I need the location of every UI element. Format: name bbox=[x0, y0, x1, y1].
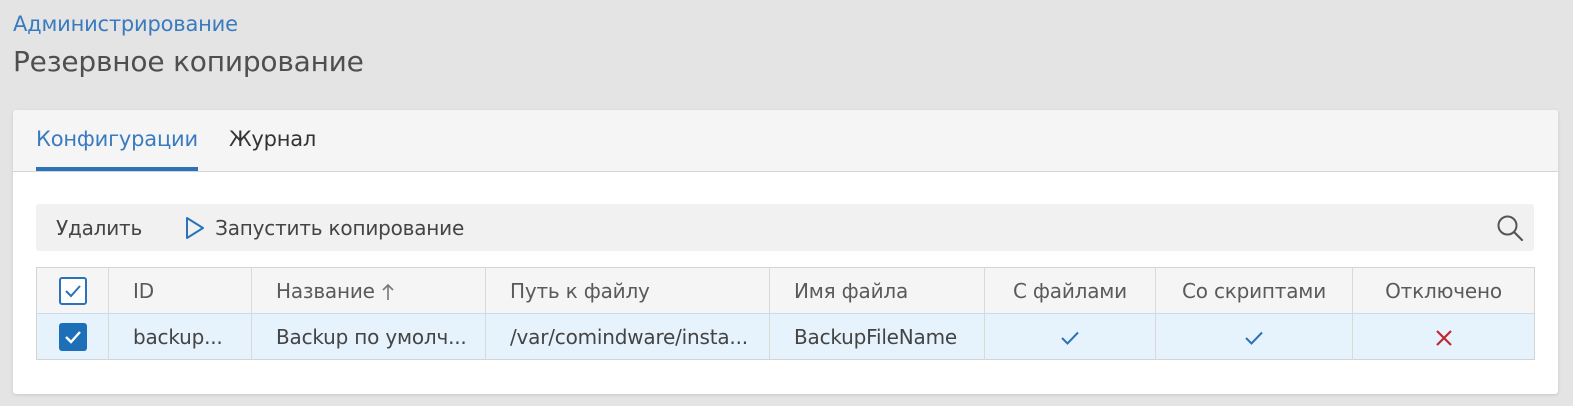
column-header-id[interactable]: ID bbox=[108, 267, 252, 314]
column-header-disabled[interactable]: Отключено bbox=[1352, 267, 1535, 314]
select-all-checkbox[interactable] bbox=[58, 276, 87, 305]
row-checkbox[interactable] bbox=[58, 322, 87, 351]
search-icon[interactable] bbox=[1496, 214, 1524, 242]
cell-disabled bbox=[1352, 313, 1535, 360]
table-row[interactable]: backup... Backup по умолч... /var/comind… bbox=[36, 313, 1535, 360]
check-icon bbox=[1245, 331, 1263, 345]
run-backup-button[interactable]: Запустить копирование bbox=[184, 216, 464, 240]
cell-path: /var/comindware/insta... bbox=[485, 313, 770, 360]
delete-button-label: Удалить bbox=[56, 215, 143, 240]
checkmark-icon bbox=[64, 330, 81, 344]
cell-file-name: BackupFileName bbox=[769, 313, 985, 360]
column-header-path[interactable]: Путь к файлу bbox=[485, 267, 770, 314]
breadcrumb-administration[interactable]: Администрирование bbox=[13, 10, 364, 38]
cell-name: Backup по умолч... bbox=[251, 313, 486, 360]
tab-configurations[interactable]: Конфигурации bbox=[36, 110, 198, 171]
page-title: Резервное копирование bbox=[13, 45, 364, 78]
backup-panel: Конфигурации Журнал Удалить Запустить ко… bbox=[13, 110, 1558, 394]
column-header-with-files[interactable]: С файлами bbox=[984, 267, 1156, 314]
cell-with-files bbox=[984, 313, 1156, 360]
sort-ascending-icon bbox=[382, 283, 394, 300]
column-header-name[interactable]: Название bbox=[251, 267, 486, 314]
column-header-with-scripts[interactable]: Со скриптами bbox=[1155, 267, 1353, 314]
column-header-file-name[interactable]: Имя файла bbox=[769, 267, 985, 314]
cell-with-scripts bbox=[1155, 313, 1353, 360]
row-select-cell bbox=[37, 314, 109, 360]
cell-id: backup... bbox=[108, 313, 252, 360]
toolbar: Удалить Запустить копирование bbox=[36, 204, 1534, 251]
check-icon bbox=[1061, 331, 1079, 345]
select-all-cell bbox=[37, 268, 109, 314]
cross-icon bbox=[1435, 330, 1452, 346]
run-backup-label: Запустить копирование bbox=[215, 215, 465, 240]
checkmark-icon bbox=[64, 284, 81, 297]
tab-bar: Конфигурации Журнал bbox=[13, 110, 1558, 172]
backup-config-table: ID Название Путь к файлу Имя файла С фай… bbox=[36, 267, 1535, 360]
delete-button[interactable]: Удалить bbox=[56, 216, 142, 240]
tab-journal[interactable]: Журнал bbox=[229, 110, 316, 171]
play-outline-icon bbox=[186, 216, 205, 239]
table-header-row: ID Название Путь к файлу Имя файла С фай… bbox=[36, 267, 1535, 314]
column-header-name-label: Название bbox=[276, 278, 375, 303]
page-header: Администрирование Резервное копирование bbox=[13, 10, 364, 82]
